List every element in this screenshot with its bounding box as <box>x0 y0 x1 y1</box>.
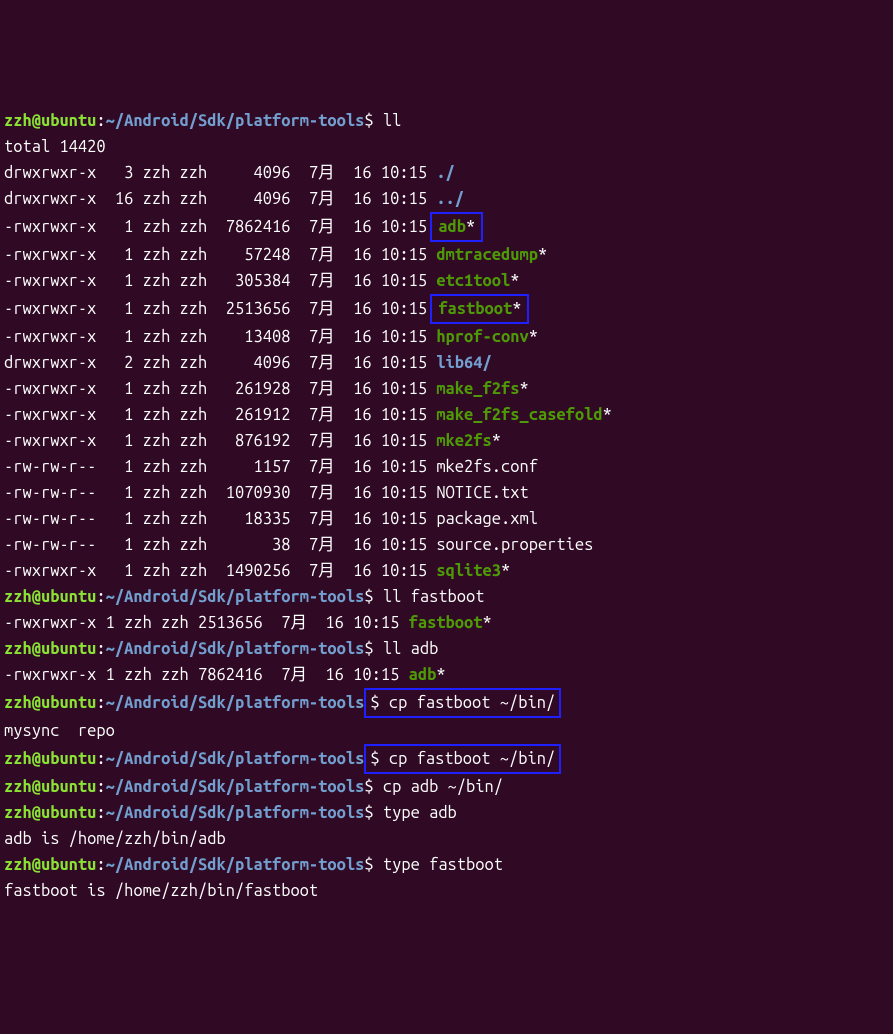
prompt-colon: : <box>96 694 105 712</box>
file-suffix: * <box>510 272 519 290</box>
total-line: total 14420 <box>4 138 106 156</box>
prompt-colon: : <box>96 640 105 658</box>
prompt-dollar: $ <box>364 588 382 606</box>
file-name: fastboot <box>409 614 483 632</box>
command: cp adb ~/bin/ <box>383 778 503 796</box>
prompt-path: ~/Android/Sdk/platform-tools <box>106 750 365 768</box>
file-name: NOTICE.txt <box>436 484 528 502</box>
file-suffix: * <box>538 246 547 264</box>
prompt-path: ~/Android/Sdk/platform-tools <box>106 694 365 712</box>
file-name: make_f2fs <box>436 380 519 398</box>
file-name: adb <box>438 218 466 236</box>
prompt-path: ~/Android/Sdk/platform-tools <box>106 640 365 658</box>
file-row: -rwxrwxr-x 1 zzh zzh 261912 7月 16 10:15 <box>4 406 436 424</box>
prompt-path: ~/Android/Sdk/platform-tools <box>106 778 365 796</box>
file-name: make_f2fs_casefold <box>436 406 602 424</box>
highlight-box: fastboot* <box>430 294 529 324</box>
type-result-fastboot: fastboot is /home/zzh/bin/fastboot <box>4 882 318 900</box>
prompt-colon: : <box>96 778 105 796</box>
file-row: -rw-rw-r-- 1 zzh zzh 1157 7月 16 10:15 <box>4 458 436 476</box>
file-suffix: * <box>483 614 492 632</box>
file-suffix: * <box>436 666 445 684</box>
prompt-path: ~/Android/Sdk/platform-tools <box>106 804 365 822</box>
file-name: adb <box>409 666 437 684</box>
file-name: lib64/ <box>436 354 491 372</box>
prompt-dollar: $ <box>370 694 388 712</box>
highlight-box-cp1: $ cp fastboot ~/bin/ <box>364 688 561 718</box>
file-row: -rwxrwxr-x 1 zzh zzh 1490256 7月 16 10:15 <box>4 562 436 580</box>
file-suffix: * <box>492 432 501 450</box>
prompt-colon: : <box>96 750 105 768</box>
prompt-path: ~/Android/Sdk/platform-tools <box>106 856 365 874</box>
file-row: -rwxrwxr-x 1 zzh zzh 57248 7月 16 10:15 <box>4 246 436 264</box>
file-row: -rwxrwxr-x 1 zzh zzh 876192 7月 16 10:15 <box>4 432 436 450</box>
prompt-dollar: $ <box>364 804 382 822</box>
command: ll fastboot <box>383 588 485 606</box>
prompt-dollar: $ <box>370 750 388 768</box>
file-row: -rwxrwxr-x 1 zzh zzh 305384 7月 16 10:15 <box>4 272 436 290</box>
prompt-dollar: $ <box>364 856 382 874</box>
prompt-user: zzh@ubuntu <box>4 588 96 606</box>
prompt-colon: : <box>96 588 105 606</box>
command: type fastboot <box>383 856 503 874</box>
file-suffix: * <box>603 406 612 424</box>
prompt-dollar: $ <box>364 778 382 796</box>
file-name: mke2fs.conf <box>436 458 538 476</box>
file-row: drwxrwxr-x 3 zzh zzh 4096 7月 16 10:15 <box>4 164 436 182</box>
command: cp fastboot ~/bin/ <box>389 750 555 768</box>
file-row: -rwxrwxr-x 1 zzh zzh 7862416 7月 16 10:15 <box>4 218 436 236</box>
prompt-user: zzh@ubuntu <box>4 694 96 712</box>
file-suffix: * <box>512 300 521 318</box>
prompt-dollar: $ <box>364 640 382 658</box>
highlight-box-cp2: $ cp fastboot ~/bin/ <box>364 744 561 774</box>
prompt-path: ~/Android/Sdk/platform-tools <box>106 112 365 130</box>
highlight-box: adb* <box>430 212 483 242</box>
file-name: etc1tool <box>436 272 510 290</box>
file-row: -rw-rw-r-- 1 zzh zzh 38 7月 16 10:15 <box>4 536 436 554</box>
file-row: -rwxrwxr-x 1 zzh zzh 13408 7月 16 10:15 <box>4 328 436 346</box>
prompt-user: zzh@ubuntu <box>4 804 96 822</box>
file-name: mke2fs <box>436 432 491 450</box>
type-result-adb: adb is /home/zzh/bin/adb <box>4 830 226 848</box>
prompt-user: zzh@ubuntu <box>4 778 96 796</box>
prompt-user: zzh@ubuntu <box>4 856 96 874</box>
file-name: sqlite3 <box>436 562 501 580</box>
prompt-user: zzh@ubuntu <box>4 750 96 768</box>
prompt-user: zzh@ubuntu <box>4 640 96 658</box>
tab-complete: mysync repo <box>4 722 115 740</box>
prompt-user: zzh@ubuntu <box>4 112 96 130</box>
prompt-colon: : <box>96 804 105 822</box>
file-suffix: * <box>519 380 528 398</box>
file-row: -rwxrwxr-x 1 zzh zzh 7862416 7月 16 10:15 <box>4 666 409 684</box>
command: ll adb <box>383 640 438 658</box>
file-name: hprof-conv <box>436 328 528 346</box>
file-suffix: * <box>466 218 475 236</box>
file-name: source.properties <box>436 536 593 554</box>
prompt-path: ~/Android/Sdk/platform-tools <box>106 588 365 606</box>
command: type adb <box>383 804 457 822</box>
file-row: -rwxrwxr-x 1 zzh zzh 261928 7月 16 10:15 <box>4 380 436 398</box>
command: cp fastboot ~/bin/ <box>389 694 555 712</box>
prompt-colon: : <box>96 112 105 130</box>
command: ll <box>383 112 401 130</box>
file-suffix: * <box>529 328 538 346</box>
file-row: -rwxrwxr-x 1 zzh zzh 2513656 7月 16 10:15 <box>4 614 409 632</box>
file-row: -rw-rw-r-- 1 zzh zzh 18335 7月 16 10:15 <box>4 510 436 528</box>
terminal-output[interactable]: zzh@ubuntu:~/Android/Sdk/platform-tools$… <box>4 108 889 904</box>
prompt-dollar: $ <box>364 112 382 130</box>
file-row: drwxrwxr-x 16 zzh zzh 4096 7月 16 10:15 <box>4 190 436 208</box>
file-name: ../ <box>436 190 464 208</box>
file-name: fastboot <box>438 300 512 318</box>
file-suffix: * <box>501 562 510 580</box>
file-name: dmtracedump <box>436 246 538 264</box>
file-row: drwxrwxr-x 2 zzh zzh 4096 7月 16 10:15 <box>4 354 436 372</box>
prompt-colon: : <box>96 856 105 874</box>
file-name: package.xml <box>436 510 538 528</box>
file-row: -rw-rw-r-- 1 zzh zzh 1070930 7月 16 10:15 <box>4 484 436 502</box>
file-name: ./ <box>436 164 454 182</box>
file-row: -rwxrwxr-x 1 zzh zzh 2513656 7月 16 10:15 <box>4 300 436 318</box>
